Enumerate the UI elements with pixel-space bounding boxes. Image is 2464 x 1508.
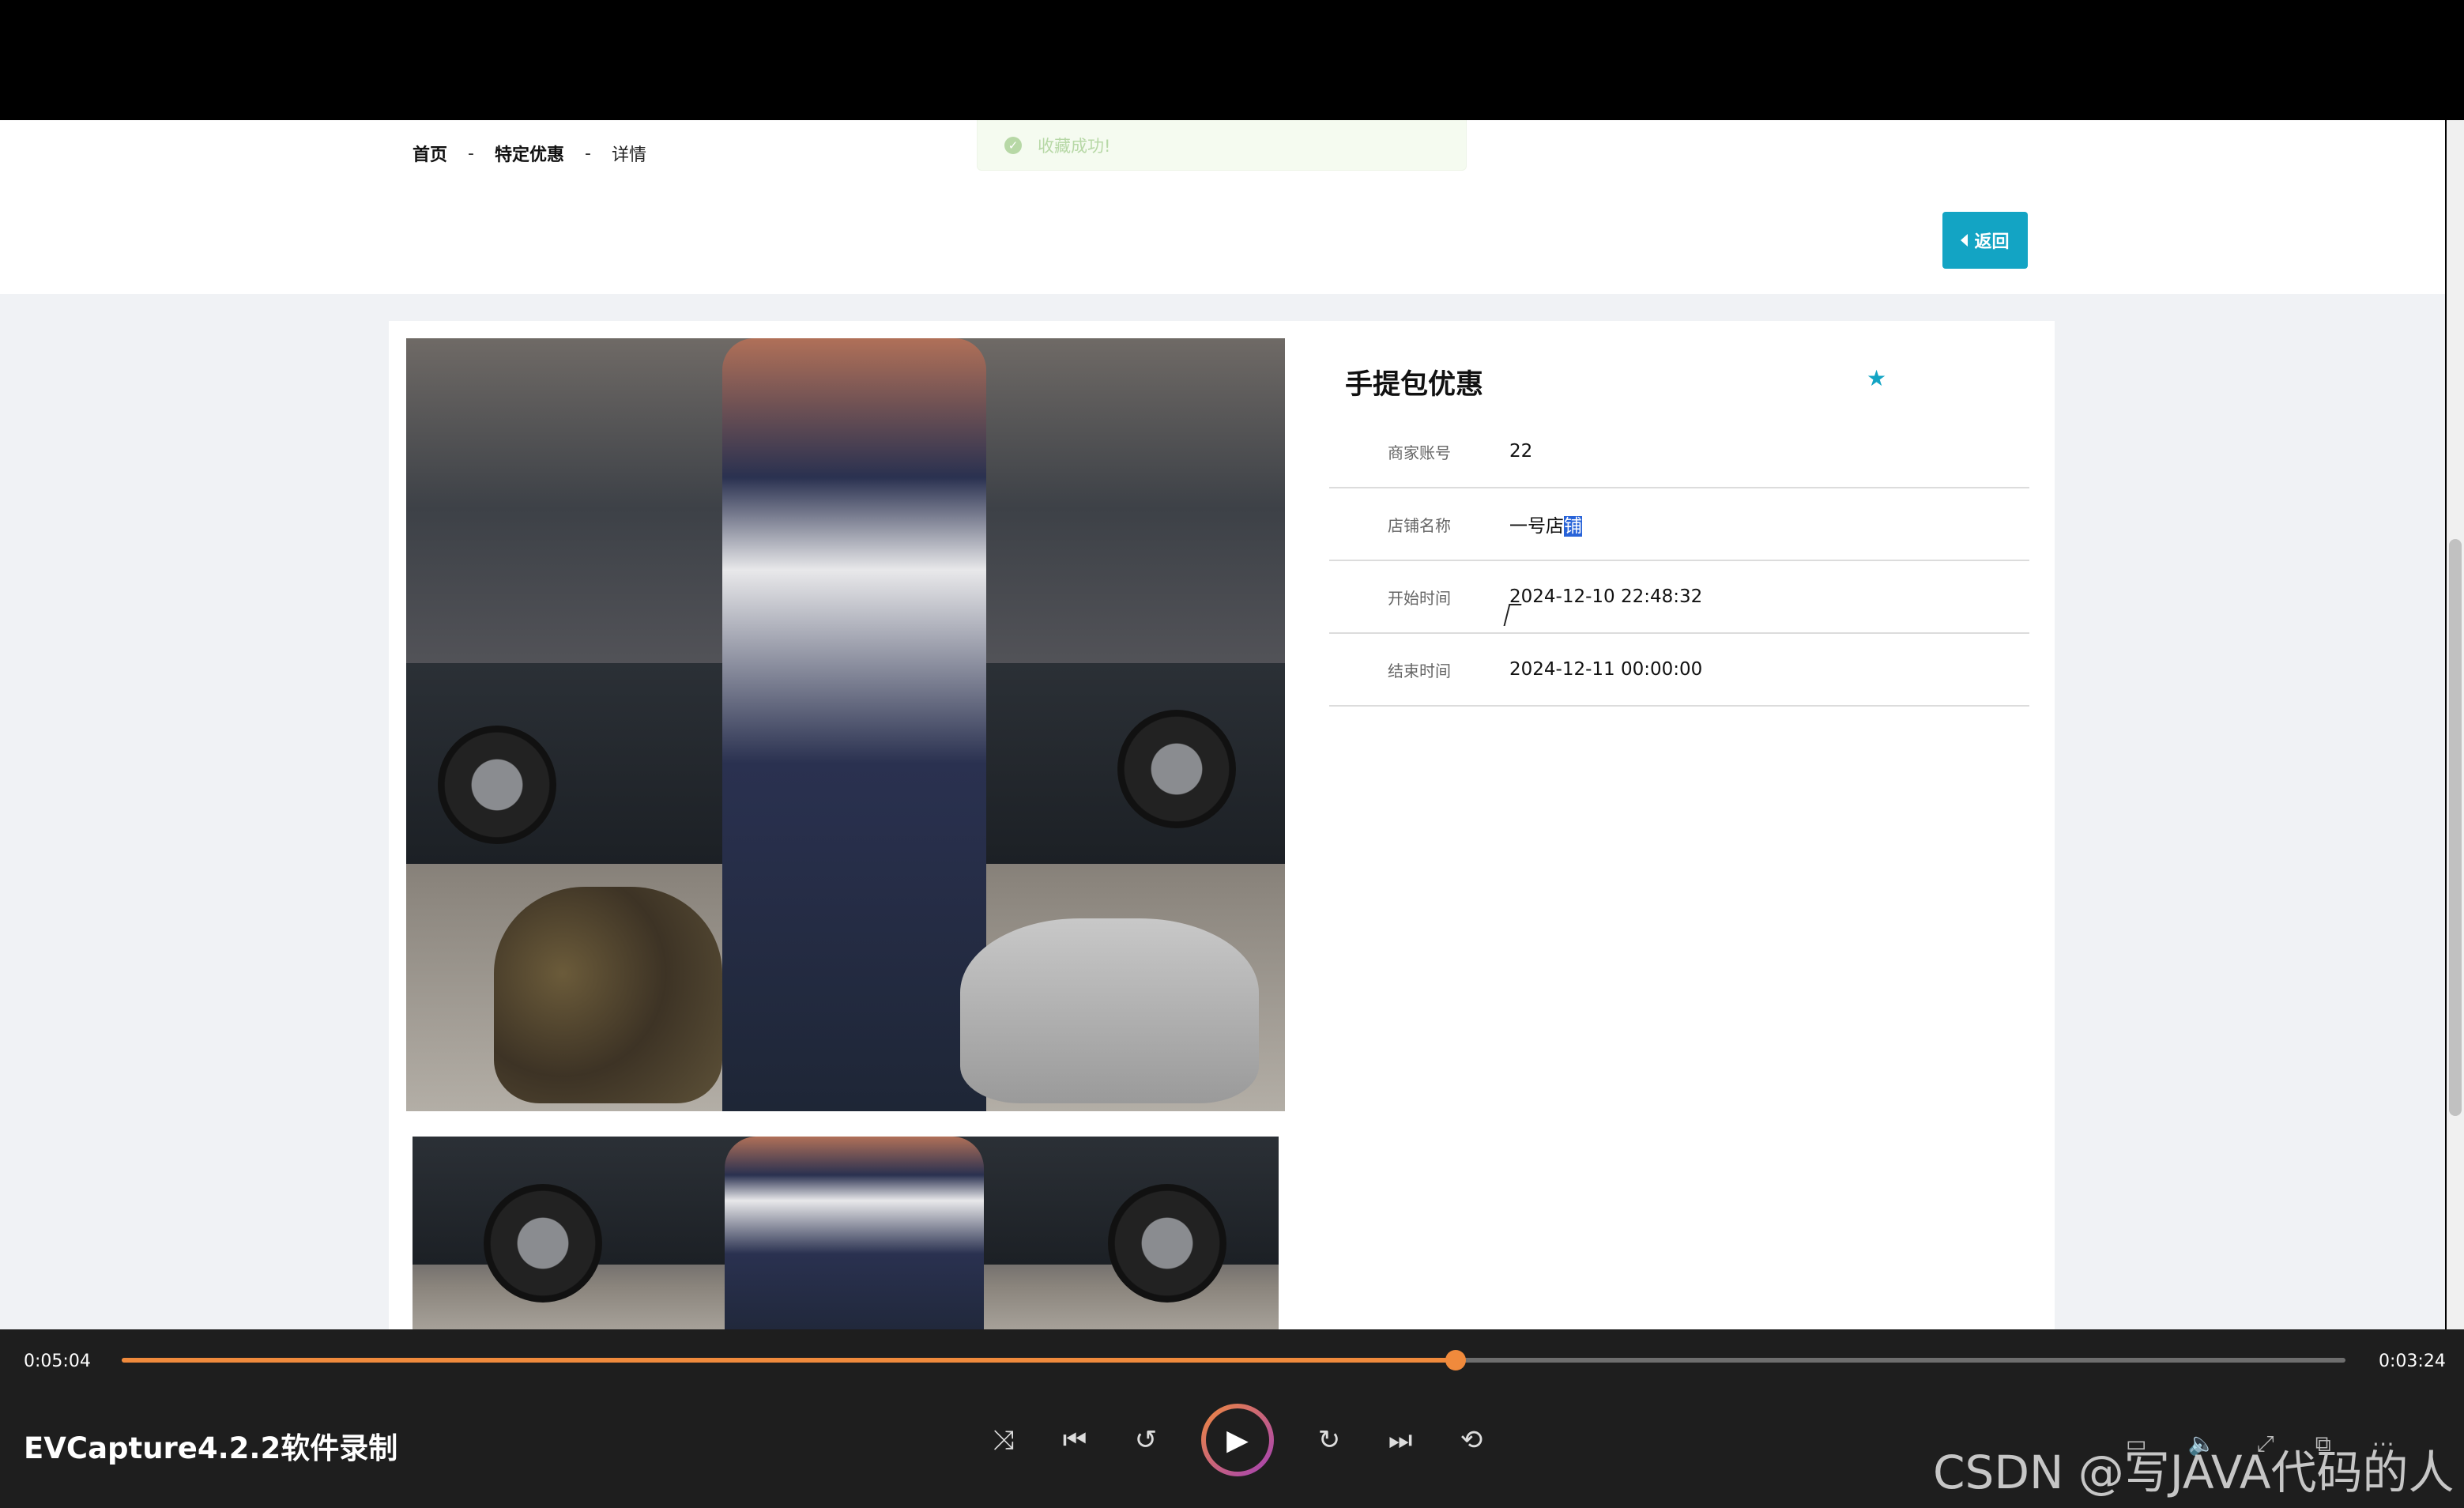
field-value: 2024-12-10 22:48:32 [1509,586,1703,607]
web-page: 首页 - 特定优惠 - 详情 ✓ 收藏成功! 返回 手提包优惠 ★ 商家账号 2… [0,120,2445,1329]
breadcrumb: 首页 - 特定优惠 - 详情 [413,141,646,166]
forward-30-icon[interactable]: ↻ [1313,1424,1345,1456]
breadcrumb-separator: - [468,143,474,164]
field-label: 开始时间 [1388,588,1451,608]
detail-card: 手提包优惠 ★ 商家账号 22 店铺名称 一号店铺 开始时间 2024-12-1… [389,321,2055,1329]
field-value: 2024-12-11 00:00:00 [1509,659,1703,680]
field-label: 店铺名称 [1388,515,1451,535]
app-title: EVCapture4.2.2软件录制 [24,1431,398,1465]
seek-bar-handle[interactable] [1445,1350,1467,1370]
star-icon[interactable]: ★ [1867,365,1886,391]
back-button-label: 返回 [1974,232,2010,252]
field-value-text: 一号店 [1509,516,1564,537]
breadcrumb-separator: - [584,143,591,164]
playback-controls: ⤨ ⏮ ↺ ▶ ↻ ⏭ ⟲ [988,1404,1487,1476]
detail-title: 手提包优惠 [1345,369,1484,401]
field-row-end-time: 结束时间 2024-12-11 00:00:00 [1329,634,2029,707]
check-circle-icon: ✓ [1004,136,1022,154]
skip-next-icon[interactable]: ⏭ [1385,1424,1416,1456]
play-button[interactable]: ▶ [1201,1404,1274,1476]
product-image-main [406,338,1285,1111]
field-value: 22 [1509,441,1533,462]
toast-message: 收藏成功! [1038,136,1111,156]
repeat-icon[interactable]: ⟲ [1456,1424,1487,1456]
play-icon: ▶ [1206,1408,1269,1472]
video-top-letterbox [0,0,2464,120]
detail-fields: 商家账号 22 店铺名称 一号店铺 开始时间 2024-12-10 22:48:… [1329,416,2029,707]
selected-text: 铺 [1564,516,1582,537]
field-row-shop-name: 店铺名称 一号店铺 [1329,488,2029,561]
shuffle-icon[interactable]: ⤨ [988,1424,1019,1456]
seek-bar[interactable] [122,1350,2345,1370]
field-row-merchant-account: 商家账号 22 [1329,416,2029,488]
rewind-10-icon[interactable]: ↺ [1130,1424,1162,1456]
product-image-secondary [413,1137,1279,1329]
breadcrumb-section[interactable]: 特定优惠 [495,141,564,166]
breadcrumb-current: 详情 [611,145,646,165]
success-toast: ✓ 收藏成功! [977,120,1467,171]
field-label: 商家账号 [1388,443,1451,462]
field-row-start-time: 开始时间 2024-12-10 22:48:32 [1329,561,2029,634]
elapsed-time: 0:05:04 [24,1352,91,1371]
caret-left-icon [1961,234,1969,247]
skip-previous-icon[interactable]: ⏮ [1059,1424,1091,1456]
seek-bar-progress [122,1358,1456,1363]
remaining-time: 0:03:24 [2379,1352,2446,1371]
field-value: 一号店铺 [1509,511,1582,537]
breadcrumb-home[interactable]: 首页 [413,141,447,166]
page-scrollbar[interactable] [2447,120,2464,1329]
scrollbar-thumb[interactable] [2449,539,2462,1116]
field-label: 结束时间 [1388,661,1451,680]
back-button[interactable]: 返回 [1942,212,2028,269]
watermark: CSDN @写JAVA代码的人 [1933,1446,2455,1499]
page-header: 首页 - 特定优惠 - 详情 ✓ 收藏成功! 返回 [0,120,2445,294]
video-player-bar: 0:05:04 0:03:24 EVCapture4.2.2软件录制 ⤨ ⏮ ↺… [0,1329,2464,1508]
mouse-cursor-icon [1509,602,1522,623]
